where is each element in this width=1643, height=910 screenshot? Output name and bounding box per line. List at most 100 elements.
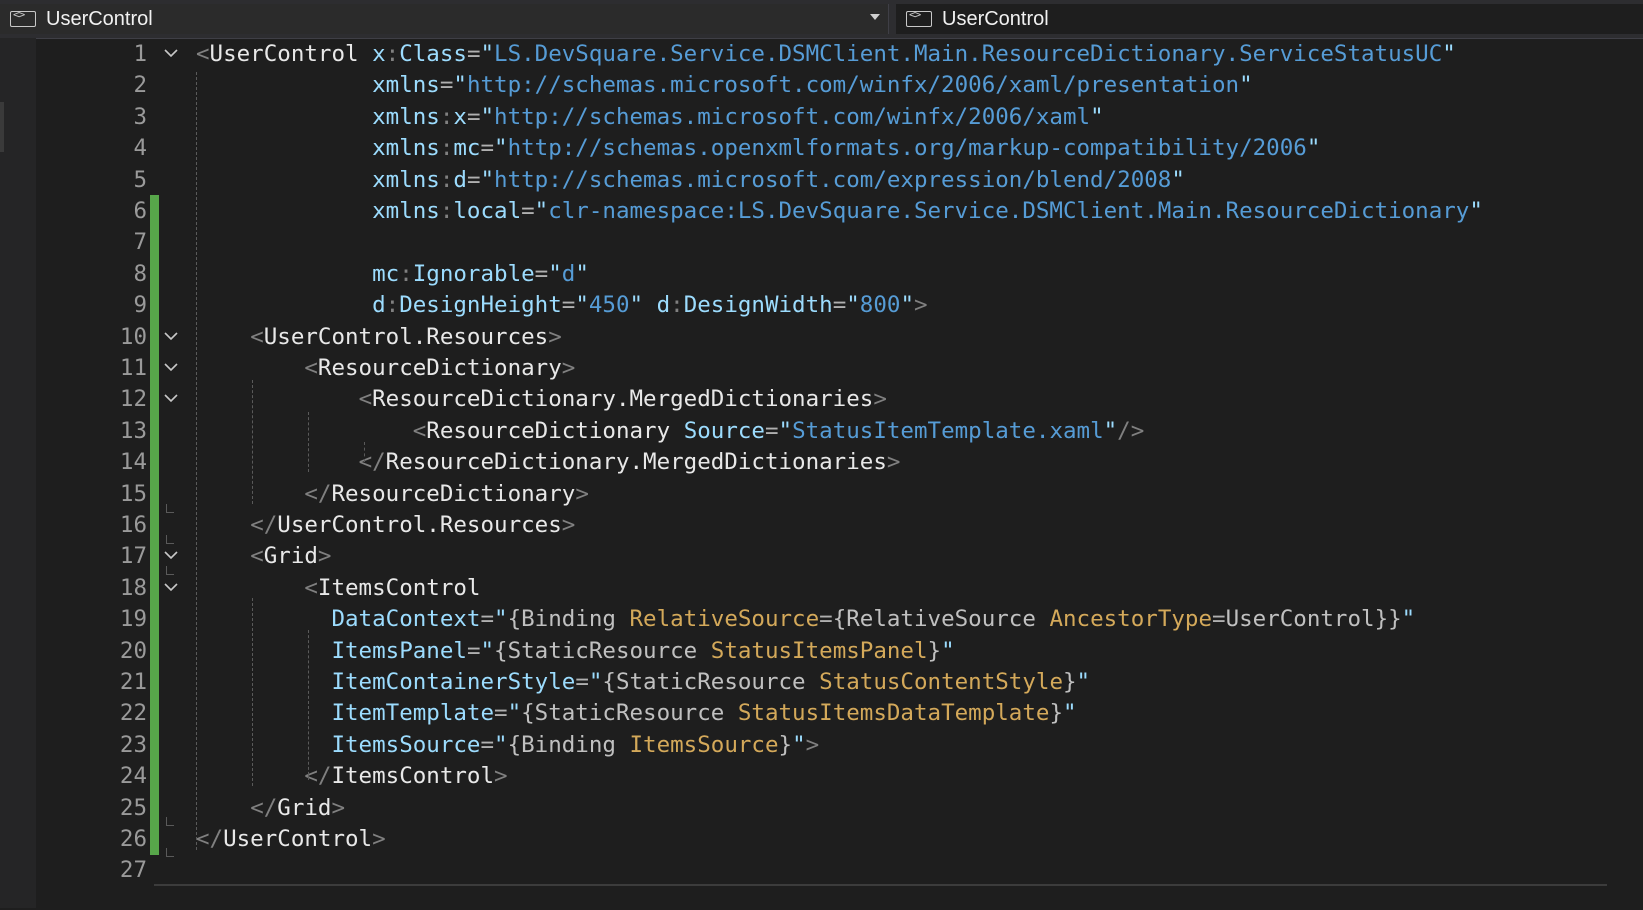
line-number: 17 [119, 543, 147, 570]
code-text: </ResourceDictionary.MergedDictionaries> [358, 449, 901, 476]
fold-chevron-icon[interactable] [164, 582, 178, 594]
code-line[interactable]: 10 <UserControl.Resources> [36, 320, 1643, 353]
fold-chevron-icon[interactable] [164, 393, 178, 405]
line-number: 3 [133, 103, 147, 130]
change-indicator [150, 728, 159, 762]
line-number: 21 [119, 669, 147, 695]
change-indicator [150, 226, 159, 259]
code-text: xmlns="http://schemas.microsoft.com/winf… [372, 72, 1253, 99]
line-number: 6 [133, 198, 147, 224]
code-line[interactable]: 27 [36, 854, 1643, 886]
line-number: 11 [119, 355, 147, 381]
code-text: </UserControl> [196, 826, 386, 852]
code-text: d:DesignHeight="450" d:DesignWidth="800"… [372, 292, 928, 319]
code-text: ItemContainerStyle="{StaticResource Stat… [331, 669, 1091, 695]
code-line[interactable]: 12 <ResourceDictionary.MergedDictionarie… [36, 383, 1643, 416]
indent-guide [252, 380, 253, 504]
change-indicator [150, 791, 159, 824]
change-indicator [150, 823, 159, 856]
horizontal-scrollbar[interactable] [154, 884, 1607, 910]
indent-guide [252, 598, 253, 786]
member-dropdown-label: UserControl [942, 7, 1049, 30]
change-indicator [150, 571, 159, 605]
code-line[interactable]: 22 ItemTemplate="{StaticResource StatusI… [36, 697, 1643, 730]
code-line[interactable]: 26 </UserControl> [36, 823, 1643, 856]
line-number: 19 [119, 606, 147, 633]
code-line[interactable]: 5 xmlns:d="http://schemas.microsoft.com/… [36, 164, 1643, 196]
line-number: 5 [133, 166, 147, 193]
code-text: </Grid> [250, 794, 346, 821]
change-indicator [150, 195, 159, 228]
change-indicator [150, 540, 159, 573]
code-line[interactable]: 17 <Grid> [36, 540, 1643, 573]
code-text: <ItemsControl [304, 574, 481, 601]
code-line[interactable]: 15 </ResourceDictionary> [36, 477, 1643, 510]
code-line[interactable]: 21 ItemContainerStyle="{StaticResource S… [36, 666, 1643, 699]
fold-end-marker [166, 504, 174, 513]
change-indicator [150, 320, 159, 353]
code-text: xmlns:mc="http://schemas.openxmlformats.… [372, 135, 1321, 162]
line-number: 20 [119, 637, 147, 664]
line-number: 22 [119, 700, 147, 727]
line-number: 15 [119, 480, 147, 507]
code-text: </UserControl.Resources> [250, 512, 576, 538]
line-number: 25 [119, 794, 147, 821]
navigation-bar: UserControl UserControl [0, 0, 1643, 39]
fold-chevron-icon[interactable] [164, 362, 178, 374]
line-number: 16 [119, 512, 147, 538]
code-text: xmlns:x="http://schemas.microsoft.com/wi… [372, 103, 1104, 130]
code-text: mc:Ignorable="d" [372, 260, 589, 287]
change-indicator [150, 477, 159, 510]
code-line[interactable]: 13 <ResourceDictionary Source="StatusIte… [36, 414, 1643, 448]
code-line[interactable]: 4 xmlns:mc="http://schemas.openxmlformat… [36, 132, 1643, 164]
code-editor[interactable]: 1 <UserControl x:Class="LS.DevSquare.Serv… [36, 38, 1643, 908]
code-line[interactable]: 7 [36, 226, 1643, 259]
member-dropdown[interactable]: UserControl [896, 4, 1643, 34]
line-number: 4 [133, 135, 147, 162]
fold-chevron-icon[interactable] [164, 550, 178, 562]
line-number: 10 [119, 323, 147, 350]
code-text: </ResourceDictionary> [304, 480, 589, 507]
line-number: 24 [119, 763, 147, 790]
code-line[interactable]: 24 </ItemsControl> [36, 760, 1643, 793]
margin-strip [0, 38, 36, 908]
code-line[interactable]: 1 <UserControl x:Class="LS.DevSquare.Serv… [36, 38, 1643, 70]
type-dropdown[interactable]: UserControl [0, 4, 889, 34]
indent-guide [308, 630, 309, 780]
code-text: xmlns:d="http://schemas.microsoft.com/ex… [372, 166, 1185, 193]
line-number: 2 [133, 72, 147, 99]
margin-marker [0, 102, 4, 152]
code-text: <UserControl.Resources> [250, 323, 562, 350]
line-number: 27 [119, 857, 147, 884]
code-line[interactable]: 6 xmlns:local="clr-namespace:LS.DevSquar… [36, 195, 1643, 228]
code-line[interactable]: 23 ItemsSource="{Binding ItemsSource}"> [36, 728, 1643, 762]
code-line[interactable]: 19 DataContext="{Binding RelativeSource=… [36, 603, 1643, 636]
xaml-element-icon [10, 8, 36, 27]
change-indicator [150, 414, 159, 448]
code-line[interactable]: 20 ItemsPanel="{StaticResource StatusIte… [36, 634, 1643, 667]
change-indicator [150, 352, 159, 385]
code-line[interactable]: 8 mc:Ignorable="d" [36, 257, 1643, 291]
fold-chevron-icon[interactable] [164, 48, 178, 60]
fold-chevron-icon[interactable] [164, 331, 178, 343]
code-line[interactable]: 11 <ResourceDictionary> [36, 352, 1643, 385]
change-indicator [150, 383, 159, 416]
code-line[interactable]: 2 xmlns="http://schemas.microsoft.com/wi… [36, 69, 1643, 101]
code-text: <ResourceDictionary Source="StatusItemTe… [412, 417, 1145, 444]
change-indicator [150, 446, 159, 479]
line-number: 26 [119, 826, 147, 852]
code-text: xmlns:local="clr-namespace:LS.DevSquare.… [372, 198, 1483, 224]
code-line[interactable]: 25 </Grid> [36, 791, 1643, 824]
code-line[interactable]: 9 d:DesignHeight="450" d:DesignWidth="80… [36, 289, 1643, 322]
code-line[interactable]: 3 xmlns:x="http://schemas.microsoft.com/… [36, 101, 1643, 133]
chevron-down-icon[interactable] [870, 14, 880, 20]
code-line[interactable]: 18 <ItemsControl [36, 571, 1643, 605]
code-line[interactable]: 14 </ResourceDictionary.MergedDictionari… [36, 446, 1643, 479]
code-text: ItemTemplate="{StaticResource StatusItem… [331, 700, 1077, 727]
fold-end-marker [166, 848, 174, 857]
change-indicator [150, 697, 159, 730]
change-indicator [150, 634, 159, 667]
code-line[interactable]: 16 </UserControl.Resources> [36, 509, 1643, 542]
indent-guide [364, 442, 365, 462]
change-indicator [150, 257, 159, 291]
